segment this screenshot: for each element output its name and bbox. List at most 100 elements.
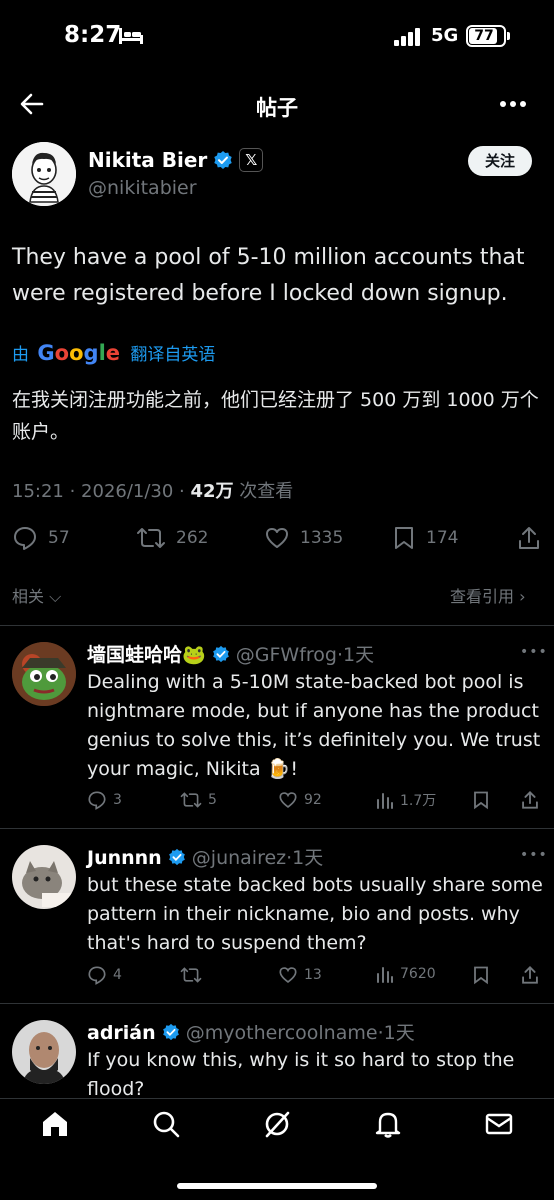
more-options-icon[interactable] [498,92,528,116]
follow-button[interactable]: 关注 [468,146,532,176]
home-icon[interactable] [40,1109,70,1139]
post-text: They have a pool of 5-10 million account… [12,245,525,306]
network-type: 5G [431,25,459,46]
translated-text: 在我关闭注册功能之前，他们已经注册了 500 万到 1000 万个账户。 [12,389,539,443]
related-dropdown[interactable]: 相关 ⌵ [12,583,61,607]
verified-badge-icon [162,1023,179,1041]
reply-time: ·1天 [377,1022,415,1044]
like-action[interactable]: 13 [278,965,322,985]
reply-header: Junnnn @junairez·1天 [87,843,323,870]
bookmark-icon[interactable] [472,790,490,810]
author-avatar[interactable] [12,142,76,206]
share-icon[interactable] [520,965,540,985]
bookmark-action[interactable]: 174 [392,525,458,551]
heart-icon [279,792,297,808]
author-handle[interactable]: @nikitabier [88,177,197,199]
view-quotes-label: 查看引用 [450,587,515,606]
reply-author-handle[interactable]: @GFWfrog [236,644,337,666]
repost-action[interactable]: 262 [136,525,208,551]
translate-suffix: 翻译自英语 [130,345,216,365]
reply-count: 57 [48,528,70,548]
reply-time: ·1天 [286,847,324,869]
verified-badge-icon [212,645,229,663]
verified-badge-icon [214,151,232,169]
like-count: 1335 [300,528,344,548]
related-label: 相关 [12,587,45,606]
reply-author-name[interactable]: adrián [87,1022,156,1044]
reply-header: 墙国蛙哈哈🐸 @GFWfrog·1天 [87,640,374,667]
views-action[interactable]: 7620 [376,965,436,983]
search-icon[interactable] [151,1109,181,1139]
like-action[interactable]: 92 [278,790,322,810]
repost-icon [180,967,202,983]
repost-action[interactable]: 5 [180,790,217,810]
status-bar: 8:27 5G 77 [0,0,554,70]
heart-icon [266,528,288,548]
repost-icon [180,792,202,808]
reply-icon [14,527,36,550]
reply-author-handle[interactable]: @myothercoolname [186,1022,378,1044]
reply-author-name[interactable]: 墙国蛙哈哈🐸 [87,644,206,666]
post-datetime: 15:21 · 2026/1/30 · [12,481,191,502]
reply-item[interactable]: adrián @myothercoolname·1天 If you know t… [0,1004,554,1100]
reply-author-handle[interactable]: @junairez [192,847,286,869]
translation-attribution[interactable]: 由 Google 翻译自英语 [12,340,215,368]
reply-author-name[interactable]: Junnnn [87,847,162,869]
messages-mail-icon[interactable] [484,1109,514,1139]
reply-count: 4 [113,967,122,983]
reply-action[interactable]: 4 [87,965,122,985]
notifications-bell-icon[interactable] [373,1109,403,1139]
bottom-nav [0,1098,554,1200]
reply-avatar[interactable] [12,642,76,706]
views-action[interactable]: 1.7万 [376,790,436,810]
views-label: 次查看 [233,481,294,502]
author-name[interactable]: Nikita Bier 𝕏 [88,148,264,172]
battery-level: 77 [474,28,494,44]
share-icon[interactable] [516,525,542,551]
reply-action[interactable]: 3 [87,790,122,810]
reply-text: Dealing with a 5-10M state-backed bot po… [87,671,541,780]
reply-text: If you know this, why is it so hard to s… [87,1049,515,1100]
reply-header: adrián @myothercoolname·1天 [87,1018,415,1045]
like-action[interactable]: 1335 [264,525,343,551]
bookmark-icon[interactable] [472,965,490,985]
views-count: 42万 [190,481,234,502]
page-title: 帖子 [256,96,298,120]
battery-icon: 77 [466,25,506,47]
reply-item[interactable]: 墙国蛙哈哈🐸 @GFWfrog·1天 ••• Dealing with a 5-… [0,626,554,826]
views-count: 1.7万 [400,793,437,809]
battery-tip [507,32,510,40]
more-options-icon[interactable]: ••• [520,847,548,863]
reply-icon [88,966,106,985]
google-logo: Google [37,341,121,365]
grok-icon[interactable] [262,1109,292,1139]
status-time: 8:27 [64,22,122,48]
repost-count: 5 [208,792,217,808]
x-affiliate-icon: 𝕏 [239,148,264,172]
reply-avatar[interactable] [12,1020,76,1084]
reply-action[interactable]: 57 [12,525,70,551]
repost-action[interactable] [180,965,202,985]
author-name-text: Nikita Bier [88,148,208,172]
like-count: 92 [304,792,322,808]
reply-item[interactable]: Junnnn @junairez·1天 ••• but these state … [0,829,554,1001]
translate-prefix: 由 [12,345,29,365]
bookmark-icon [395,527,413,549]
sleep-focus-icon [119,28,143,44]
more-options-icon[interactable]: ••• [520,644,548,660]
reply-avatar[interactable] [12,845,76,909]
repost-icon [137,528,165,548]
like-count: 13 [304,967,322,983]
views-chart-icon [377,793,393,809]
heart-icon [279,967,297,983]
post-meta: 15:21 · 2026/1/30 · 42万 次查看 [12,477,293,503]
chevron-down-icon: ⌵ [44,587,62,606]
views-count: 7620 [400,966,436,982]
view-quotes-link[interactable]: 查看引用 › [450,583,526,607]
views-chart-icon [377,967,393,983]
share-icon[interactable] [520,790,540,810]
reply-icon [88,791,106,810]
home-indicator [177,1183,377,1189]
bookmark-count: 174 [426,528,459,548]
repost-count: 262 [176,528,209,548]
